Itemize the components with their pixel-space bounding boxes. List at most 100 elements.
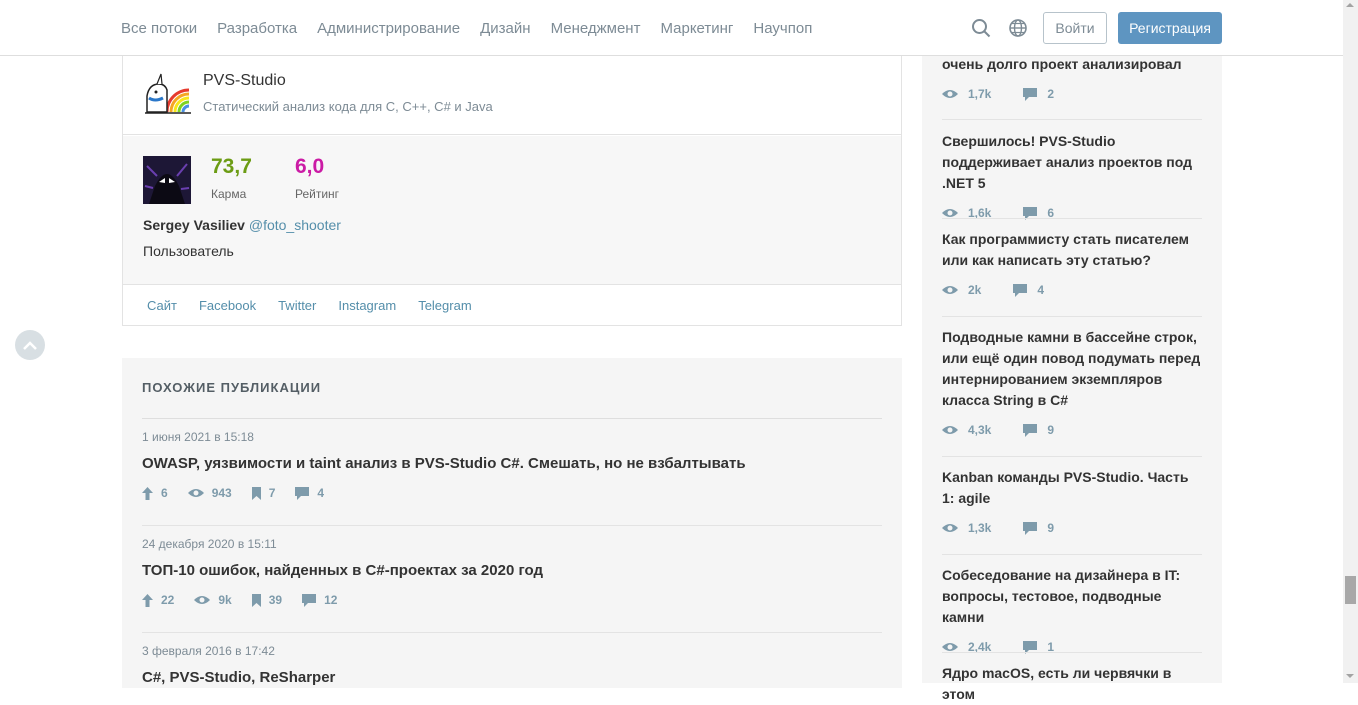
link-facebook[interactable]: Facebook bbox=[199, 298, 256, 313]
arrow-up-icon bbox=[142, 593, 153, 607]
views-counter: 9k bbox=[194, 593, 232, 607]
divider bbox=[942, 456, 1202, 457]
company-logo[interactable] bbox=[143, 72, 193, 116]
comments-counter[interactable]: 4 bbox=[295, 486, 324, 500]
divider bbox=[942, 218, 1202, 219]
karma-value: 73,7 bbox=[211, 155, 252, 178]
sidebar-post-title[interactable]: Ядро macOS, есть ли червячки в этом bbox=[942, 663, 1202, 705]
sidebar-post-meta: 4,3k 9 bbox=[942, 423, 1202, 437]
comments-counter[interactable]: 9 bbox=[1023, 521, 1054, 535]
nav-management[interactable]: Менеджмент bbox=[551, 20, 641, 37]
comments-count: 9 bbox=[1047, 423, 1055, 437]
similar-publications-title: ПОХОЖИЕ ПУБЛИКАЦИИ bbox=[142, 380, 322, 395]
comments-count: 2 bbox=[1047, 87, 1055, 101]
scroll-up-arrow-icon[interactable] bbox=[1346, 3, 1354, 7]
publication-date: 1 июня 2021 в 15:18 bbox=[142, 430, 254, 444]
sidebar-post-meta: 2k 4 bbox=[942, 283, 1202, 297]
divider bbox=[142, 525, 882, 526]
divider bbox=[142, 418, 882, 419]
comments-counter[interactable]: 9 bbox=[1023, 423, 1054, 437]
bookmarks-counter[interactable]: 39 bbox=[251, 593, 283, 607]
nav-development[interactable]: Разработка bbox=[217, 20, 297, 37]
top-navigation-bar: Все потоки Разработка Администрирование … bbox=[0, 0, 1343, 56]
bookmarks-counter[interactable]: 7 bbox=[251, 486, 275, 500]
divider bbox=[942, 554, 1202, 555]
comment-icon bbox=[1013, 283, 1028, 297]
author-nickname[interactable]: @foto_shooter bbox=[249, 217, 341, 233]
views-count: 2k bbox=[968, 283, 982, 297]
comment-icon bbox=[302, 593, 317, 607]
votes-count: 22 bbox=[161, 593, 175, 607]
eye-icon bbox=[942, 426, 958, 434]
publication-date: 24 декабря 2020 в 15:11 bbox=[142, 537, 277, 551]
avatar[interactable] bbox=[143, 156, 191, 204]
similar-publications: ПОХОЖИЕ ПУБЛИКАЦИИ 1 июня 2021 в 15:18 O… bbox=[122, 358, 902, 688]
divider bbox=[942, 316, 1202, 317]
user-block: 73,7 Карма 6,0 Рейтинг Sergey Vasiliev @… bbox=[123, 136, 901, 285]
link-site[interactable]: Сайт bbox=[147, 298, 177, 313]
nav-popsci[interactable]: Научпоп bbox=[753, 20, 812, 37]
nav-design[interactable]: Дизайн bbox=[480, 20, 530, 37]
comment-icon bbox=[295, 486, 310, 500]
votes-count: 6 bbox=[161, 486, 168, 500]
comment-icon bbox=[1023, 87, 1038, 101]
register-button[interactable]: Регистрация bbox=[1118, 12, 1222, 44]
bookmarks-count: 39 bbox=[268, 593, 283, 607]
nav-all-flows[interactable]: Все потоки bbox=[121, 20, 197, 37]
votes-counter[interactable]: 22 bbox=[142, 593, 174, 607]
company-name-link[interactable]: PVS-Studio bbox=[203, 72, 286, 90]
publication-title[interactable]: OWASP, уязвимости и taint анализ в PVS-S… bbox=[142, 455, 882, 472]
views-counter: 943 bbox=[187, 486, 232, 500]
link-twitter[interactable]: Twitter bbox=[278, 298, 316, 313]
arrow-up-icon bbox=[142, 486, 153, 500]
sidebar-post: очень долго проект анализировал 1,7k 2 bbox=[942, 54, 1202, 101]
karma-label: Карма bbox=[211, 187, 247, 201]
views-count: 9k bbox=[218, 593, 232, 607]
sidebar-post-title[interactable]: Kanban команды PVS-Studio. Часть 1: agil… bbox=[942, 467, 1202, 509]
scroll-down-arrow-icon[interactable] bbox=[1346, 674, 1354, 678]
login-button[interactable]: Войти bbox=[1043, 12, 1107, 44]
comments-counter[interactable]: 4 bbox=[1013, 283, 1044, 297]
bookmark-icon bbox=[251, 593, 261, 607]
views-count: 1,7k bbox=[968, 87, 992, 101]
divider bbox=[942, 652, 1202, 653]
nav-marketing[interactable]: Маркетинг bbox=[660, 20, 733, 37]
publication-title[interactable]: ТОП-10 ошибок, найденных в C#-проектах з… bbox=[142, 562, 882, 579]
comments-count: 4 bbox=[1037, 283, 1045, 297]
scrollbar-thumb[interactable] bbox=[1345, 576, 1356, 604]
comments-counter[interactable]: 12 bbox=[302, 593, 337, 607]
divider bbox=[142, 632, 882, 633]
scroll-to-top-button[interactable] bbox=[15, 330, 45, 360]
sidebar-post-title[interactable]: Как программисту стать писателем или как… bbox=[942, 229, 1202, 271]
chevron-up-icon bbox=[23, 340, 37, 350]
views-counter: 4,3k bbox=[942, 423, 991, 437]
link-instagram[interactable]: Instagram bbox=[338, 298, 396, 313]
karma-stat: 73,7 Карма bbox=[211, 155, 252, 201]
views-count: 1,3k bbox=[968, 521, 992, 535]
publication-date: 3 февраля 2016 в 17:42 bbox=[142, 644, 275, 658]
sidebar-post-title[interactable]: очень долго проект анализировал bbox=[942, 54, 1202, 75]
sidebar-post-title[interactable]: Собеседование на дизайнера в IT: вопросы… bbox=[942, 565, 1202, 628]
author-role: Пользователь bbox=[143, 243, 234, 259]
link-telegram[interactable]: Telegram bbox=[418, 298, 471, 313]
comment-icon bbox=[1023, 521, 1038, 535]
eye-icon bbox=[942, 209, 958, 217]
comments-counter[interactable]: 2 bbox=[1023, 87, 1054, 101]
nav-administration[interactable]: Администрирование bbox=[317, 20, 460, 37]
author-name[interactable]: Sergey Vasiliev bbox=[143, 217, 245, 233]
sidebar-post-title[interactable]: Свершилось! PVS-Studio поддерживает анал… bbox=[942, 131, 1202, 194]
publication-item: 1 июня 2021 в 15:18 OWASP, уязвимости и … bbox=[142, 430, 882, 500]
eye-icon bbox=[942, 90, 958, 98]
sidebar-post: Ядро macOS, есть ли червячки в этом bbox=[942, 663, 1202, 705]
eye-icon bbox=[194, 596, 211, 604]
eye-icon bbox=[942, 643, 958, 651]
globe-icon[interactable] bbox=[1008, 18, 1028, 38]
views-count: 943 bbox=[211, 486, 232, 500]
comments-count: 12 bbox=[324, 593, 338, 607]
publication-title[interactable]: C#, PVS-Studio, ReSharper bbox=[142, 669, 882, 686]
votes-counter[interactable]: 6 bbox=[142, 486, 168, 500]
search-icon[interactable] bbox=[971, 18, 991, 38]
flows-menu: Все потоки Разработка Администрирование … bbox=[121, 0, 832, 56]
sidebar-publications: очень долго проект анализировал 1,7k 2 С… bbox=[922, 40, 1222, 702]
sidebar-post-title[interactable]: Подводные камни в бассейне строк, или ещ… bbox=[942, 327, 1202, 411]
